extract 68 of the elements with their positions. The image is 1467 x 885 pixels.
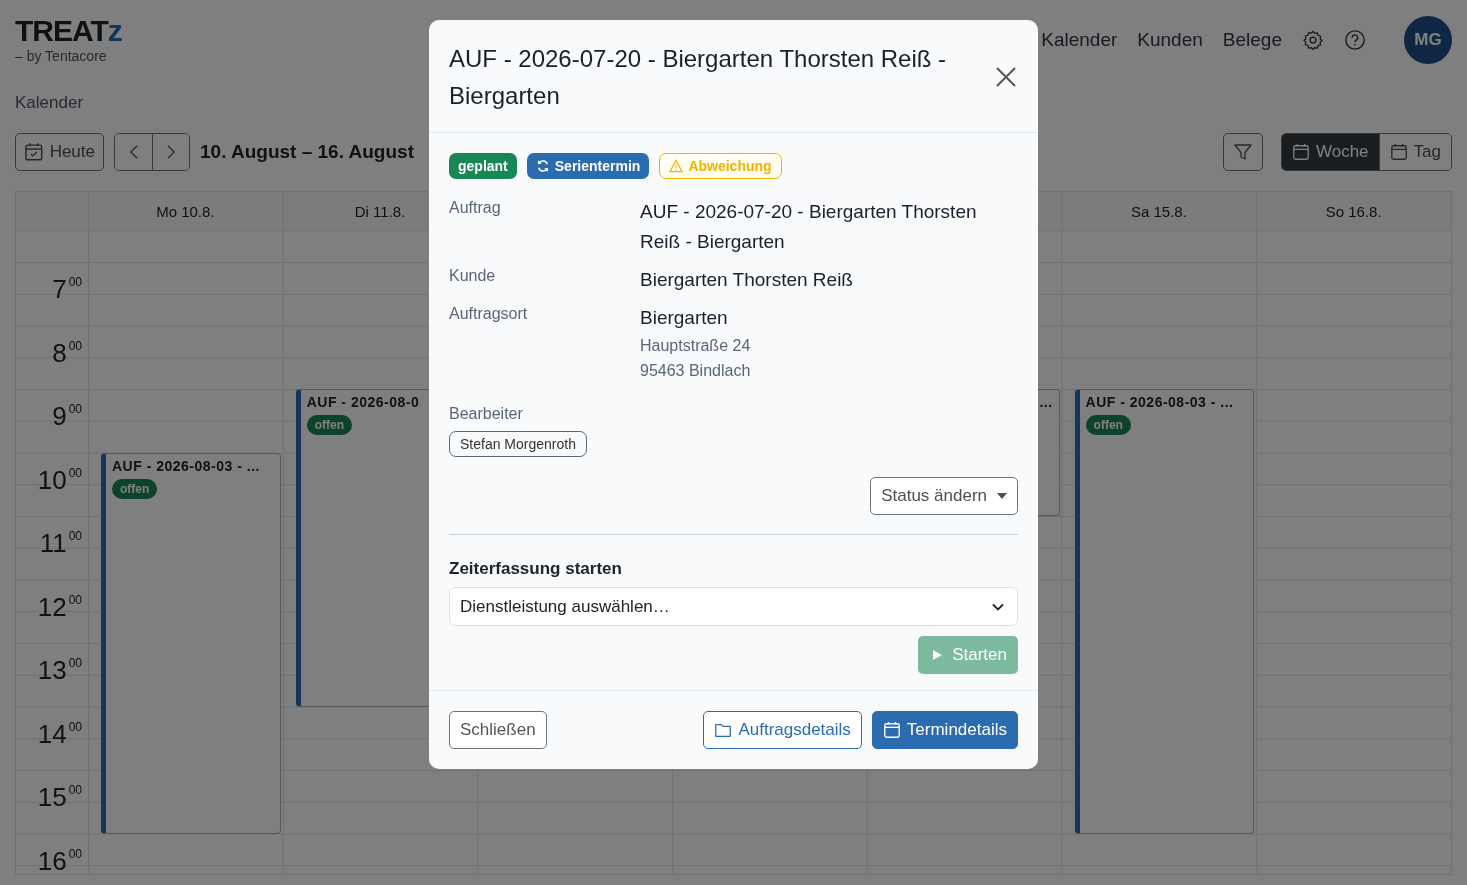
event-title: AUF - 2026-08-0	[306, 394, 420, 410]
help-icon[interactable]	[1344, 29, 1366, 51]
detail-label: Auftragsort	[449, 304, 529, 324]
event-card[interactable]: AUF - 2026-08-03 - ... offen	[101, 452, 281, 834]
event-card[interactable]: AUF - 2026-08-03 - ... offen	[1074, 389, 1255, 834]
page-title: Kalender	[15, 93, 84, 113]
sync-icon	[535, 159, 550, 173]
status-badge: offen	[1085, 415, 1131, 435]
day-header: Mo 10.8.	[156, 202, 215, 220]
logo[interactable]: TREATz	[15, 16, 122, 46]
caret-icon	[997, 493, 1007, 499]
logo-tagline: – by Tentacore	[15, 48, 108, 64]
assignee-chip: Stefan Morgenroth	[449, 431, 587, 457]
close-button[interactable]: Schließen	[449, 711, 547, 749]
hour-label: 9$^{00}$	[52, 403, 82, 429]
hour-label: 7$^{00}$	[52, 276, 82, 302]
event-title: ...	[1039, 394, 1053, 410]
day-header: Di 11.8.	[354, 202, 406, 220]
view-tab[interactable]: Woche	[1281, 134, 1379, 170]
date-range: 10. August – 16. August	[200, 141, 414, 163]
hour-label: 16$^{00}$	[37, 847, 82, 874]
hour-label: 8$^{00}$	[52, 339, 82, 366]
view-tab[interactable]: Tag	[1378, 134, 1451, 170]
event-title: AUF - 2026-08-03 - ...	[112, 457, 260, 474]
today-button[interactable]: Heute	[15, 133, 104, 171]
status-badge: Serientermin	[526, 153, 650, 179]
nav-link[interactable]: Kalender	[1041, 29, 1118, 51]
settings-icon[interactable]	[1302, 29, 1324, 51]
dialog-title: AUF - 2026-07-20 - Biergarten Thorsten Reiß - Biergarten	[449, 44, 948, 111]
hour-label: 14$^{00}$	[37, 720, 82, 747]
appointment-details-button[interactable]: Termindetails	[871, 711, 1018, 749]
hour-label: 11$^{00}$	[39, 530, 82, 556]
status-dropdown[interactable]: Status ändern	[870, 477, 1018, 515]
calendar-icon	[24, 142, 44, 162]
detail-label: Auftrag	[449, 198, 502, 218]
detail-value: AUF - 2026-07-20 - Biergarten Thorsten Reiß - Biergarten	[640, 200, 978, 254]
hour-label: 12$^{00}$	[37, 593, 82, 620]
filter-icon	[1232, 142, 1253, 162]
detail-value: Biergarten Thorsten Reiß	[640, 268, 854, 292]
hour-label: 15$^{00}$	[37, 784, 82, 810]
next-button[interactable]	[152, 134, 189, 170]
nav-link[interactable]: Kunden	[1137, 29, 1203, 51]
day-header: Sa 15.8.	[1130, 202, 1187, 220]
calendar-icon	[882, 721, 901, 739]
day-header: So 16.8.	[1325, 202, 1382, 220]
hour-label: 10$^{00}$	[37, 466, 82, 493]
status-badge: offen	[306, 415, 353, 435]
close-icon[interactable]	[994, 65, 1018, 89]
address-line: 95463 Bindlach	[640, 361, 752, 381]
chevron-right-icon	[167, 144, 175, 160]
event-title: AUF - 2026-08-03 - ...	[1085, 394, 1234, 410]
play-icon	[932, 650, 943, 660]
calendar-icon	[1291, 143, 1310, 161]
detail-value: Biergarten	[640, 306, 729, 330]
detail-label: Kunde	[449, 266, 497, 286]
hour-label: 13$^{00}$	[37, 657, 82, 683]
user-avatar[interactable]: MG	[1404, 16, 1452, 64]
address-line: Hauptstraße 24	[640, 336, 752, 356]
status-badge: geplant	[449, 153, 517, 179]
folder-icon	[714, 721, 733, 739]
status-badge: offen	[112, 478, 158, 499]
status-badge: Abweichung	[659, 153, 782, 179]
filter-button[interactable]	[1222, 133, 1263, 171]
nav-link[interactable]: Belege	[1222, 29, 1282, 51]
order-details-button[interactable]: Auftragsdetails	[703, 711, 862, 749]
warning-icon	[669, 159, 684, 173]
chevron-left-icon	[129, 144, 138, 160]
calendar-icon	[1389, 143, 1408, 161]
